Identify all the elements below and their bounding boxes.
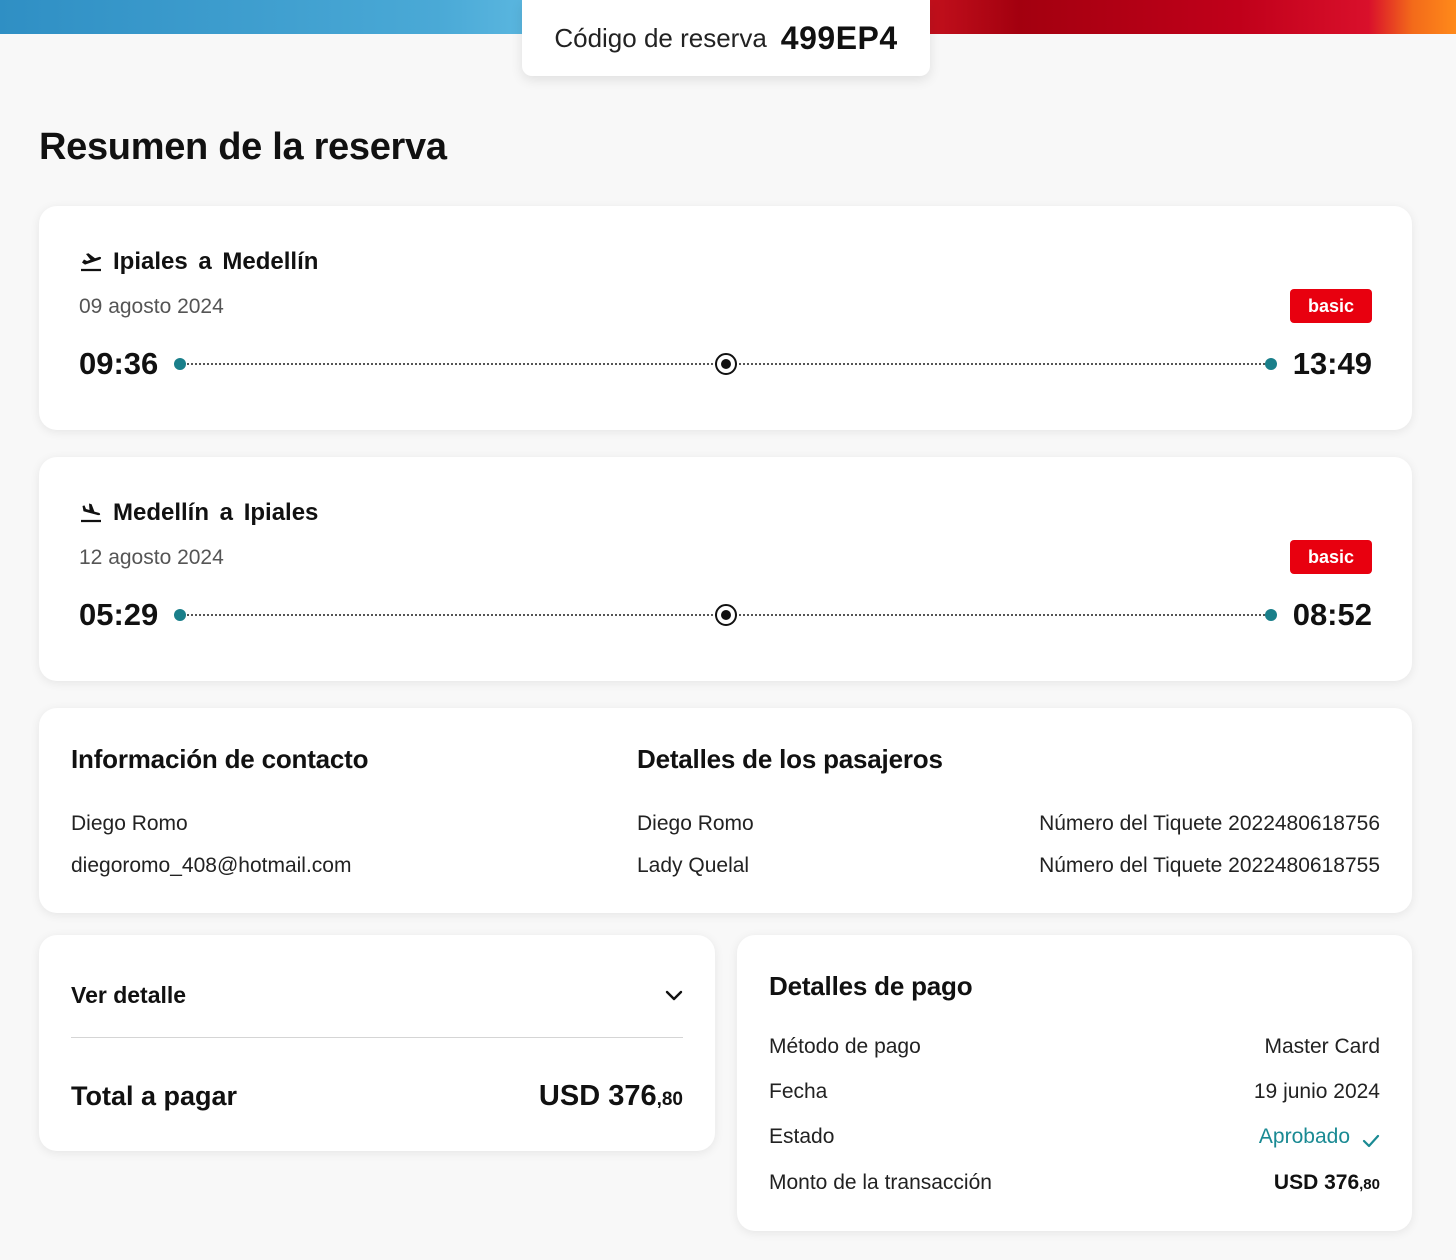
check-icon (1362, 1130, 1380, 1148)
contact-name: Diego Romo (71, 812, 188, 835)
passenger-name: Lady Quelal (637, 854, 750, 877)
route-title: Medellín a Ipiales (113, 499, 319, 526)
flight-header: Ipiales a Medellín (79, 248, 318, 276)
contact-email: diegoromo_408@hotmail.com (71, 854, 352, 877)
total-amount-cents: ,80 (656, 1089, 683, 1110)
contact-passengers-card: Información de contacto Diego Romo diego… (39, 708, 1412, 913)
booking-code-card: Código de reserva 499EP4 (522, 0, 930, 76)
plane-landing-icon (79, 502, 103, 524)
booking-code-value: 499EP4 (780, 19, 898, 56)
ticket-number: Número del Tiquete 2022480618755 (1039, 854, 1380, 877)
total-row: Total a pagar USD 376,80 (71, 1080, 683, 1113)
payment-date-label: Fecha (769, 1080, 828, 1103)
flight-timeline: 05:29 08:52 (79, 595, 1372, 635)
total-amount: USD 376,80 (539, 1080, 683, 1113)
payment-method-label: Método de pago (769, 1035, 921, 1058)
flight-card-outbound: Ipiales a Medellín 09 agosto 2024 basic … (39, 206, 1412, 430)
ticket-number: Número del Tiquete 2022480618756 (1039, 812, 1380, 835)
departure-time: 05:29 (79, 597, 159, 632)
arrival-time: 08:52 (1292, 597, 1372, 632)
payment-amount-label: Monto de la transacción (769, 1171, 992, 1194)
payment-status-label: Estado (769, 1125, 835, 1148)
destination-dot-icon (1264, 609, 1277, 621)
flight-header: Medellín a Ipiales (79, 499, 318, 527)
flight-track (174, 344, 1277, 384)
departure-time: 09:36 (79, 346, 159, 381)
flight-date: 09 agosto 2024 (79, 295, 224, 318)
flight-card-return: Medellín a Ipiales 12 agosto 2024 basic … (39, 457, 1412, 681)
status-badge: Aprobado (1259, 1125, 1380, 1149)
divider (71, 1037, 683, 1038)
destination-dot-icon (1264, 358, 1277, 370)
payment-amount-cents: ,80 (1359, 1176, 1380, 1193)
fare-badge: basic (1290, 289, 1372, 323)
fare-badge: basic (1290, 540, 1372, 574)
contact-title: Información de contacto (71, 744, 369, 774)
stop-marker-icon (714, 353, 737, 375)
payment-status-row: Estado Aprobado (769, 1125, 1380, 1149)
payment-amount-row: Monto de la transacción USD 376,80 (769, 1171, 1380, 1195)
see-detail-label: Ver detalle (71, 981, 187, 1008)
flight-timeline: 09:36 13:49 (79, 344, 1372, 384)
contact-section: Información de contacto Diego Romo diego… (71, 744, 369, 878)
passenger-row: Diego Romo Número del Tiquete 2022480618… (637, 812, 1380, 836)
payment-date-value: 19 junio 2024 (1253, 1080, 1380, 1103)
page-title: Resumen de la reserva (39, 126, 447, 168)
arrival-time: 13:49 (1292, 346, 1372, 381)
flight-date: 12 agosto 2024 (79, 546, 224, 569)
payment-method-value: Master Card (1264, 1035, 1380, 1058)
total-amount-main: USD 376 (538, 1080, 657, 1112)
stop-marker-icon (714, 604, 737, 626)
plane-takeoff-icon (79, 251, 103, 273)
flight-track (174, 595, 1277, 635)
payment-method-row: Método de pago Master Card (769, 1035, 1380, 1059)
passengers-title: Detalles de los pasajeros (637, 744, 943, 774)
chevron-down-icon[interactable] (665, 989, 683, 1001)
origin-dot-icon (174, 358, 187, 370)
passenger-row: Lady Quelal Número del Tiquete 202248061… (637, 854, 1380, 878)
payment-status-value: Aprobado (1258, 1125, 1350, 1148)
booking-code-label: Código de reserva (554, 22, 767, 53)
payment-amount-main: USD 376 (1273, 1171, 1360, 1194)
total-card: Ver detalle Total a pagar USD 376,80 (39, 935, 715, 1151)
payment-title: Detalles de pago (769, 971, 973, 1001)
total-label: Total a pagar (71, 1081, 238, 1111)
passengers-section: Detalles de los pasajeros Diego Romo Núm… (637, 744, 1380, 878)
payment-amount-value: USD 376,80 (1274, 1171, 1380, 1195)
payment-card: Detalles de pago Método de pago Master C… (737, 935, 1412, 1231)
passenger-name: Diego Romo (637, 812, 754, 835)
see-detail-toggle[interactable]: Ver detalle (71, 980, 683, 1010)
origin-dot-icon (174, 609, 187, 621)
payment-date-row: Fecha 19 junio 2024 (769, 1080, 1380, 1104)
route-title: Ipiales a Medellín (113, 248, 319, 275)
